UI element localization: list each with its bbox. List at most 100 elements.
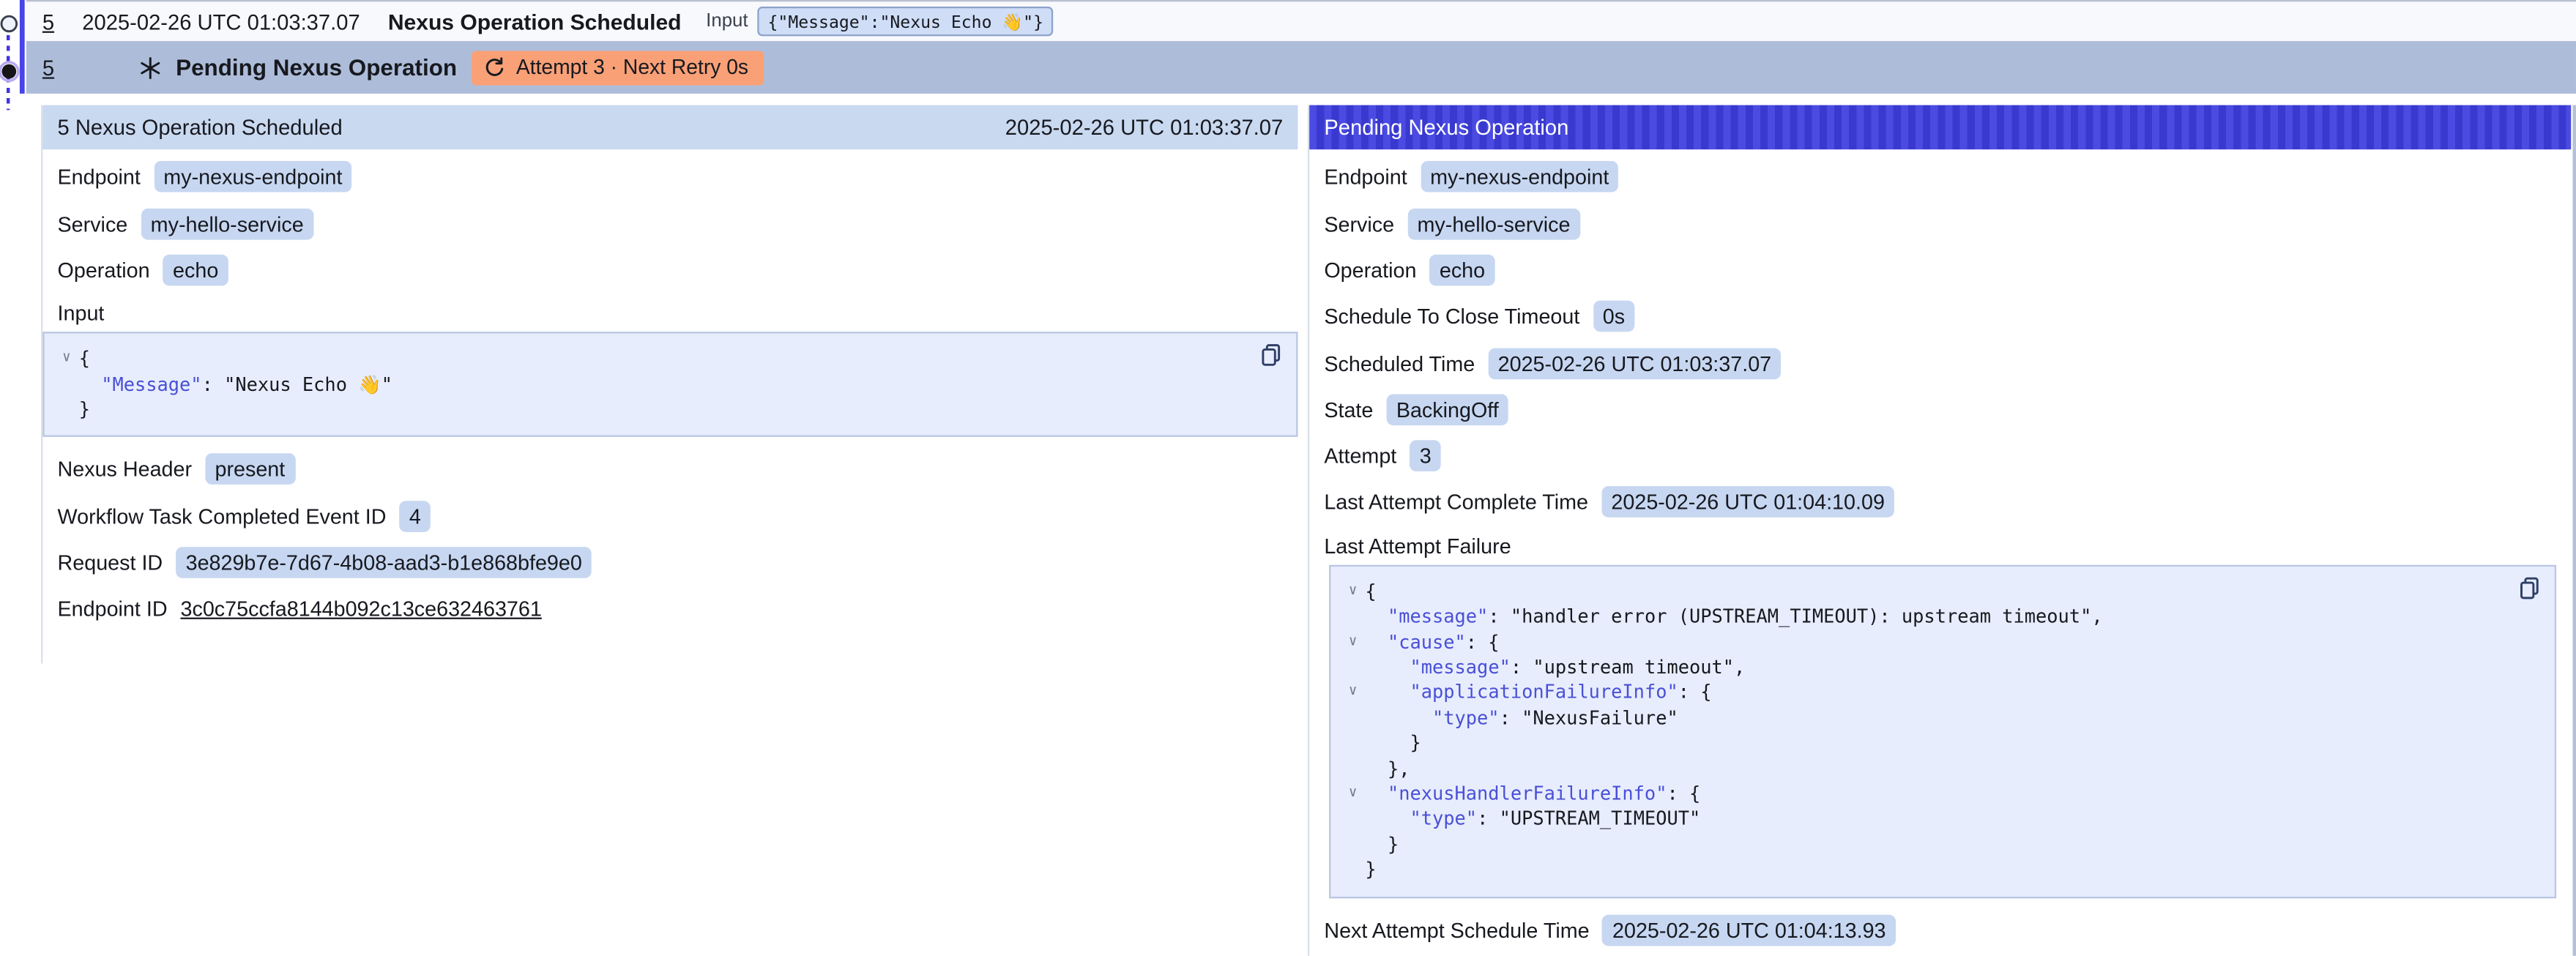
pending-fields-top: Endpoint my-nexus-endpoint Service my-hello…	[1324, 162, 2556, 518]
copy-icon[interactable]	[2517, 575, 2543, 601]
pending-id-link[interactable]: 5	[42, 56, 54, 81]
field-value-link[interactable]: 3c0c75ccfa8144b092c13ce632463761	[181, 597, 542, 621]
field-label: Operation	[1324, 258, 1416, 283]
failure-section-label: Last Attempt Failure	[1324, 534, 2556, 559]
detail-field-attempt: Attempt3	[1324, 441, 2556, 472]
event-row-scheduled[interactable]: 5 2025-02-26 UTC 01:03:37.07 Nexus Opera…	[26, 0, 2576, 42]
detail-field-operation: Operation echo	[1324, 255, 2556, 286]
retry-status-badge: Attempt 3 · Next Retry 0s	[472, 51, 763, 85]
collapse-chevron-icon[interactable]: ∨	[54, 347, 79, 373]
field-label: State	[1324, 397, 1373, 422]
event-id-link[interactable]: 5	[42, 10, 54, 34]
failure-code-block: ∨{ "message": "handler error (UPSTREAM_T…	[1329, 564, 2556, 897]
detail-field-request-id: Request ID3e829b7e-7d67-4b08-aad3-b1e868…	[58, 547, 1284, 578]
field-value-badge: BackingOff	[1386, 394, 1508, 425]
chevron-gutter	[1341, 807, 1366, 833]
field-value-badge: present	[205, 454, 295, 485]
field-label: Endpoint ID	[58, 597, 168, 621]
code-line: }	[1341, 858, 2506, 884]
field-label: Request ID	[58, 550, 163, 575]
field-value-badge: echo	[163, 255, 228, 286]
chevron-gutter	[1341, 731, 1366, 757]
field-label: Endpoint	[58, 165, 141, 190]
pending-title: Pending Nexus Operation	[176, 54, 457, 81]
chevron-gutter	[54, 397, 79, 423]
detail-field-state: State BackingOff	[1324, 394, 2556, 425]
copy-icon[interactable]	[1259, 342, 1285, 368]
collapse-chevron-icon[interactable]: ∨	[1341, 630, 1366, 656]
detail-field-endpoint: Endpoint my-nexus-endpoint	[58, 162, 1284, 193]
code-line: "Message": "Nexus Echo 👋"	[54, 373, 1247, 398]
chevron-gutter	[54, 373, 79, 398]
code-line: ∨{	[1341, 579, 2506, 605]
event-detail-panel: 5 Nexus Operation Scheduled 2025-02-26 U…	[41, 105, 1298, 663]
field-label: Last Attempt Complete Time	[1324, 490, 1588, 515]
code-line: },	[1341, 756, 2506, 782]
collapse-chevron-icon[interactable]: ∨	[1341, 681, 1366, 706]
event-timestamp: 2025-02-26 UTC 01:03:37.07	[82, 10, 360, 34]
pending-fields-bottom: Next Attempt Schedule Time 2025-02-26 UTC…	[1324, 914, 2556, 946]
input-code-block: ∨{ "Message": "Nexus Echo 👋"}	[42, 332, 1298, 438]
collapse-chevron-icon[interactable]: ∨	[1341, 782, 1366, 807]
detail-field-scheduled-time: Scheduled Time 2025-02-26 UTC 01:03:37.07	[1324, 348, 2556, 379]
pending-panel-title: Pending Nexus Operation	[1324, 115, 1568, 140]
event-detail-fields-top: Endpoint my-nexus-endpoint Service my-hello…	[58, 162, 1284, 286]
code-line: ∨ "cause": {	[1341, 630, 2506, 656]
detail-field-last-attempt-complete-time: Last Attempt Complete Time2025-02-26 UTC…	[1324, 487, 2556, 518]
code-line: }	[1341, 731, 2506, 757]
detail-field-service: Service my-hello-service	[58, 208, 1284, 239]
input-section-label: Input	[58, 301, 1284, 326]
detail-field-schedule-to-close-timeout: Schedule To Close Timeout0s	[1324, 301, 2556, 332]
detail-field-operation: Operationecho	[58, 255, 1284, 286]
event-detail-title: 5 Nexus Operation Scheduled	[58, 115, 343, 140]
field-value-badge: 2025-02-26 UTC 01:04:13.93	[1603, 914, 1896, 946]
code-line: ∨ "nexusHandlerFailureInfo": {	[1341, 782, 2506, 807]
chevron-gutter	[1341, 832, 1366, 858]
event-input-label: Input	[706, 12, 748, 31]
field-value-badge: echo	[1429, 255, 1494, 286]
code-line: "message": "upstream timeout",	[1341, 655, 2506, 681]
pending-asterisk-icon	[138, 56, 163, 81]
event-detail-timestamp: 2025-02-26 UTC 01:03:37.07	[1005, 115, 1283, 140]
code-line: "message": "handler error (UPSTREAM_TIME…	[1341, 605, 2506, 630]
field-label: Service	[1324, 212, 1394, 236]
field-value-badge: my-nexus-endpoint	[154, 162, 352, 193]
field-value-badge: my-nexus-endpoint	[1421, 162, 1619, 193]
chevron-gutter	[1341, 706, 1366, 731]
code-line: }	[54, 397, 1247, 423]
field-value-badge: my-hello-service	[141, 208, 313, 239]
panel-right-edge-scroll-track[interactable]	[2572, 105, 2575, 956]
detail-field-endpoint-id: Endpoint ID 3c0c75ccfa8144b092c13ce632463…	[58, 594, 1284, 625]
timeline-marker-scheduled-icon	[0, 13, 19, 34]
field-label: Endpoint	[1324, 165, 1407, 190]
field-value-badge: 2025-02-26 UTC 01:03:37.07	[1488, 348, 1781, 379]
field-label: Workflow Task Completed Event ID	[58, 504, 387, 529]
chevron-gutter	[1341, 605, 1366, 630]
field-value-badge: 3	[1410, 441, 1441, 472]
chevron-gutter	[1341, 756, 1366, 782]
field-label: Nexus Header	[58, 458, 193, 482]
code-line: "type": "UPSTREAM_TIMEOUT"	[1341, 807, 2506, 833]
code-line: }	[1341, 832, 2506, 858]
detail-field-nexus-header: Nexus Header present	[58, 454, 1284, 485]
field-label: Service	[58, 212, 128, 236]
pending-operation-row[interactable]: 5 Pending Nexus Operation Attempt 3 · Ne…	[26, 42, 2576, 94]
field-value-badge: my-hello-service	[1407, 208, 1580, 239]
field-label: Schedule To Close Timeout	[1324, 305, 1579, 329]
code-line: "type": "NexusFailure"	[1341, 706, 2506, 731]
collapse-chevron-icon[interactable]: ∨	[1341, 579, 1366, 605]
chevron-gutter	[1341, 655, 1366, 681]
event-detail-fields-bottom: Nexus Header present Workflow Task Complet…	[58, 454, 1284, 624]
code-line: ∨ "applicationFailureInfo": {	[1341, 681, 2506, 706]
detail-field-workflow-task-completed-event-id: Workflow Task Completed Event ID 4	[58, 501, 1284, 532]
chevron-gutter	[1341, 858, 1366, 884]
code-line: ∨{	[54, 347, 1247, 373]
field-value-badge: 4	[399, 501, 431, 532]
pending-operation-panel: Pending Nexus Operation Endpoint my-nexus…	[1308, 105, 2571, 955]
field-label: Next Attempt Schedule Time	[1324, 917, 1589, 942]
event-input-preview-badge: {"Message":"Nexus Echo 👋"}	[758, 7, 1053, 36]
detail-field-service: Service my-hello-service	[1324, 208, 2556, 239]
field-label: Scheduled Time	[1324, 351, 1475, 376]
retry-icon	[483, 56, 506, 79]
event-title: Nexus Operation Scheduled	[388, 10, 682, 34]
